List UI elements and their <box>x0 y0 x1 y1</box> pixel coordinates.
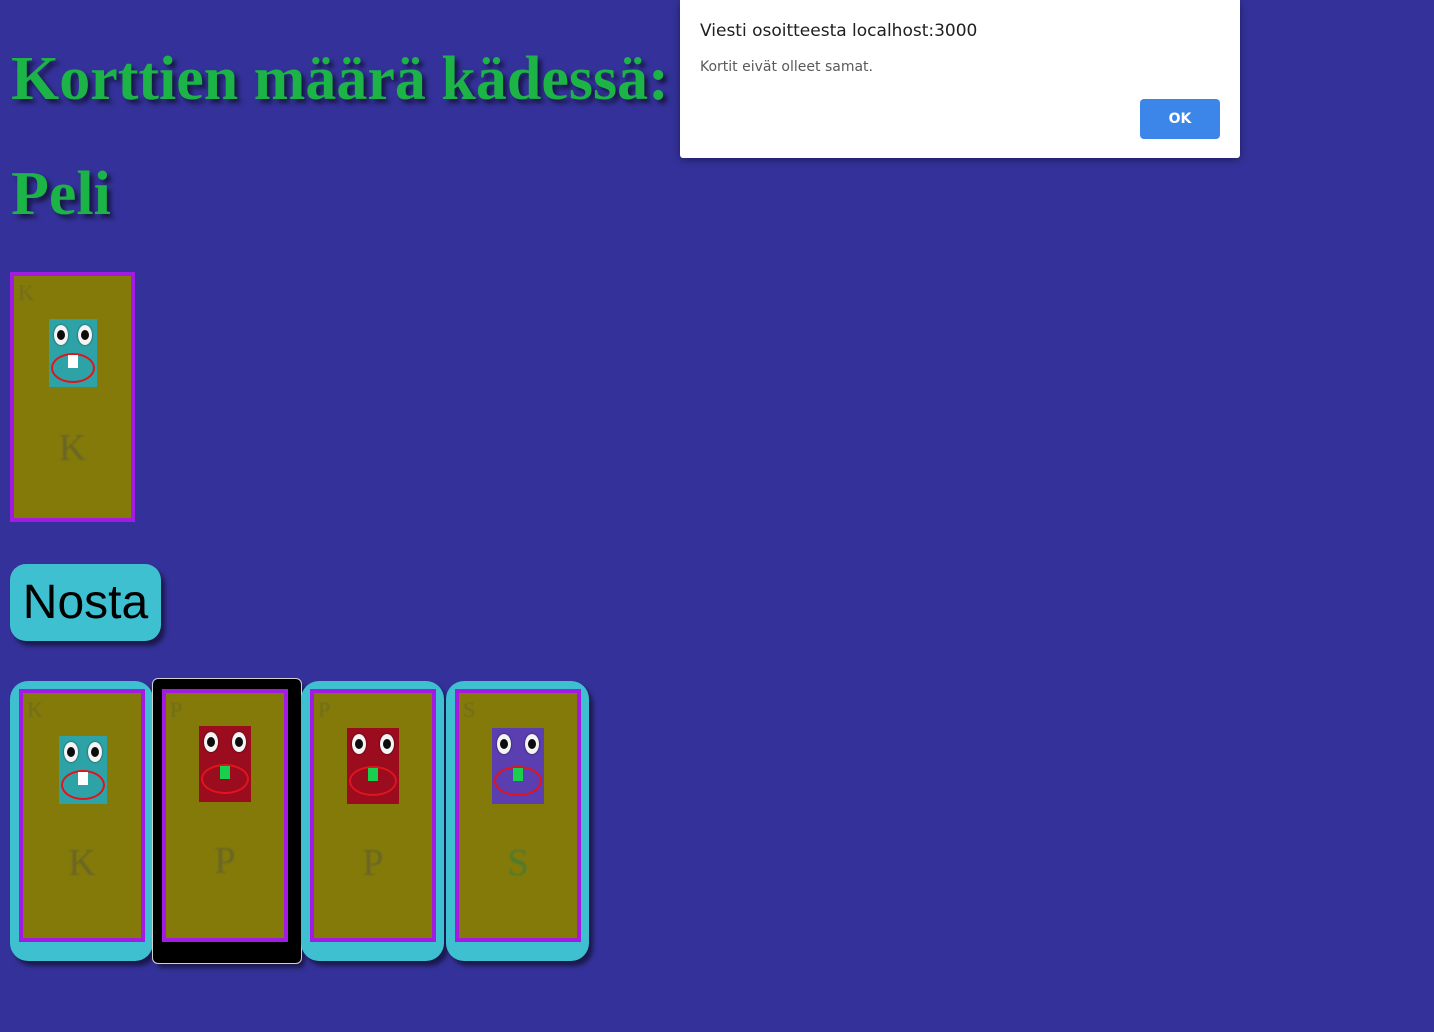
hand-card: P P <box>310 689 436 942</box>
card-center-letter: K <box>58 427 87 469</box>
hand-card: K K <box>19 689 145 942</box>
hand-card-slot-selected[interactable]: P P <box>152 678 302 964</box>
card-center-letter: P <box>214 840 236 882</box>
game-heading: Peli <box>11 160 111 228</box>
alert-dialog: Viesti osoitteesta localhost:3000 Kortit… <box>680 0 1240 158</box>
card-corner-letter: K <box>18 280 34 305</box>
card-corner-letter: P <box>170 697 183 722</box>
card-face-icon <box>347 728 399 804</box>
hand-count-heading: Korttien määrä kädessä: <box>11 45 669 113</box>
card-face-icon <box>199 726 251 802</box>
card-corner-letter: P <box>318 697 331 722</box>
hand-card-slot[interactable]: K K <box>10 681 153 961</box>
game-page: Korttien määrä kädessä: Peli K K Nosta K… <box>0 0 1434 1032</box>
dialog-message: Kortit eivät olleet samat. <box>700 59 873 75</box>
ok-button[interactable]: OK <box>1140 99 1220 139</box>
draw-button[interactable]: Nosta <box>10 564 161 641</box>
hand-card-slot[interactable]: P P <box>301 681 444 961</box>
card-face-icon <box>492 728 544 804</box>
card-center-letter: S <box>507 842 529 884</box>
dialog-title: Viesti osoitteesta localhost:3000 <box>700 21 978 41</box>
card-face-icon <box>59 736 107 804</box>
card-corner-letter: K <box>27 697 43 722</box>
card-center-letter: P <box>362 842 384 884</box>
table-card: K K <box>10 272 135 522</box>
hand-card-slot[interactable]: S S <box>446 681 589 961</box>
card-center-letter: K <box>68 842 96 884</box>
hand-card: S S <box>455 689 581 942</box>
hand-card: P P <box>162 689 288 942</box>
card-corner-letter: S <box>463 697 476 722</box>
card-face-icon <box>49 319 97 387</box>
